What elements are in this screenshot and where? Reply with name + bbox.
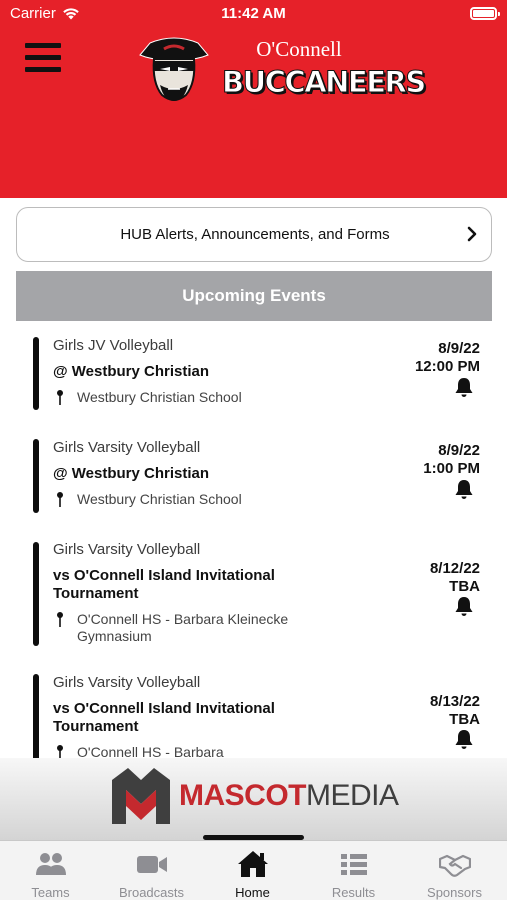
- event-time: 1:00 PM: [423, 460, 480, 477]
- menu-line: [25, 43, 61, 48]
- location-pin-icon: [57, 492, 63, 507]
- handshake-icon: [439, 854, 471, 877]
- event-location: O'Connell HS - Barbara: [77, 744, 224, 758]
- event-location: O'Connell HS - Barbara Kleinecke Gymnasi…: [77, 611, 289, 644]
- event-sport: Girls Varsity Volleyball: [53, 541, 201, 558]
- tab-broadcasts[interactable]: Broadcasts: [101, 841, 202, 900]
- home-icon: [238, 851, 268, 877]
- tab-home[interactable]: Home: [202, 841, 303, 900]
- status-time: 11:42 AM: [221, 5, 286, 22]
- tab-label: Teams: [31, 885, 70, 900]
- list-icon: [341, 854, 367, 875]
- tab-results[interactable]: Results: [303, 841, 404, 900]
- tab-teams[interactable]: Teams: [0, 841, 101, 900]
- events-list[interactable]: Girls JV Volleyball @ Westbury Christian…: [0, 321, 507, 758]
- school-name: O'Connell: [256, 37, 342, 61]
- bell-icon[interactable]: [453, 376, 475, 398]
- event-location: Westbury Christian School: [77, 389, 242, 405]
- event-sport: Girls JV Volleyball: [53, 337, 174, 354]
- tab-label: Sponsors: [427, 885, 482, 900]
- team-logo: O'Connell BUCCANEERS: [138, 35, 427, 107]
- event-item[interactable]: Girls Varsity Volleyball vs O'Connell Is…: [0, 523, 507, 656]
- event-time: 12:00 PM: [414, 358, 480, 375]
- event-date: 8/12/22: [429, 560, 480, 577]
- buccaneer-mascot-icon: [139, 37, 209, 101]
- brand-part-b: MEDIA: [306, 779, 399, 812]
- location-pin-icon: [57, 390, 63, 405]
- event-date: 8/9/22: [438, 340, 480, 357]
- bell-icon[interactable]: [453, 728, 475, 750]
- event-sport: Girls Varsity Volleyball: [53, 674, 201, 691]
- upcoming-events-title: Upcoming Events: [182, 286, 326, 305]
- event-sport: Girls Varsity Volleyball: [53, 439, 201, 456]
- brand-part-a: MASCOT: [179, 779, 307, 812]
- event-accent-bar: [33, 439, 39, 513]
- event-date: 8/9/22: [438, 442, 480, 459]
- event-time: TBA: [449, 711, 480, 728]
- mascot-media-wordmark: MASCOTMEDIA: [179, 779, 399, 813]
- teams-icon: [36, 853, 66, 875]
- tab-label: Broadcasts: [118, 885, 185, 900]
- hub-alerts-button[interactable]: HUB Alerts, Announcements, and Forms: [16, 207, 492, 262]
- tab-bar: Teams Broadcasts Home Results Sponsors: [0, 840, 507, 900]
- event-accent-bar: [33, 337, 39, 410]
- chevron-right-icon: [467, 226, 477, 242]
- status-bar: Carrier 11:42 AM: [0, 0, 507, 28]
- event-opponent: @ Westbury Christian: [53, 363, 210, 380]
- app-header: Carrier 11:42 AM O'Connell BUCCANEERS: [0, 0, 507, 198]
- bell-icon[interactable]: [453, 478, 475, 500]
- team-name: BUCCANEERS: [222, 65, 427, 100]
- event-item[interactable]: Girls Varsity Volleyball @ Westbury Chri…: [0, 422, 507, 523]
- event-date: 8/13/22: [429, 693, 480, 710]
- battery-icon: [470, 7, 500, 20]
- mascot-media-logo-icon: [112, 768, 170, 824]
- event-item[interactable]: Girls JV Volleyball @ Westbury Christian…: [0, 321, 507, 422]
- tab-sponsors[interactable]: Sponsors: [404, 841, 505, 900]
- tab-label: Results: [331, 885, 376, 900]
- location-pin-icon: [57, 745, 63, 758]
- event-location: Westbury Christian School: [77, 491, 242, 507]
- tab-label: Home: [235, 885, 270, 900]
- event-opponent: @ Westbury Christian: [53, 465, 210, 482]
- event-opponent: vs O'Connell Island Invitational Tournam…: [53, 700, 275, 735]
- sponsor-ad-banner[interactable]: MASCOTMEDIA: [0, 758, 507, 840]
- video-camera-icon: [137, 856, 167, 873]
- hub-alerts-label: HUB Alerts, Announcements, and Forms: [120, 226, 390, 243]
- menu-line: [25, 67, 61, 72]
- event-time: TBA: [449, 578, 480, 595]
- upcoming-events-header: Upcoming Events: [16, 271, 492, 321]
- event-accent-bar: [33, 674, 39, 758]
- location-pin-icon: [57, 612, 63, 627]
- event-item[interactable]: Girls Varsity Volleyball vs O'Connell Is…: [0, 656, 507, 758]
- event-accent-bar: [33, 542, 39, 646]
- hamburger-menu-button[interactable]: [25, 43, 61, 73]
- event-opponent: vs O'Connell Island Invitational Tournam…: [53, 567, 275, 602]
- menu-line: [25, 55, 61, 60]
- bell-icon[interactable]: [453, 595, 475, 617]
